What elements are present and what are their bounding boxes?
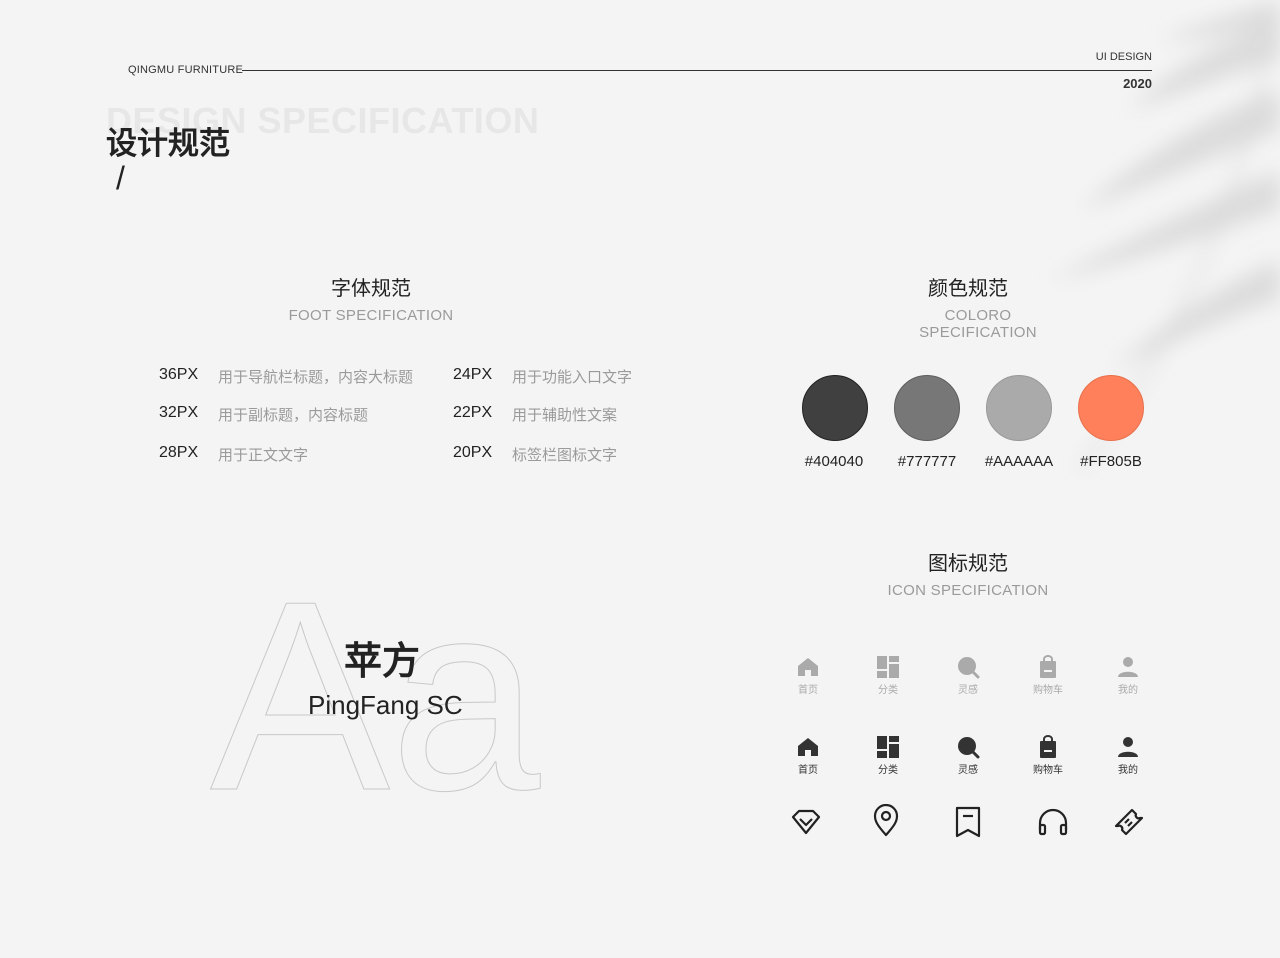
- font-spec-row: 28PX: [159, 444, 199, 461]
- diamond-icon[interactable]: [790, 806, 822, 838]
- icon-section-title: 图标规范: [928, 553, 1008, 575]
- brand-name: QINGMU FURNITURE: [128, 64, 244, 76]
- font-spec-row: 32PX: [159, 404, 199, 421]
- font-name-cn: 苹方: [344, 641, 421, 683]
- icon-section-header: 图标规范 ICON SPECIFICATION: [868, 547, 1068, 599]
- color-swatch: [986, 375, 1052, 441]
- inspiration-icon: [958, 737, 980, 759]
- color-swatch: [894, 375, 960, 441]
- color-item: #777777: [877, 375, 977, 470]
- tab-inspiration-dark[interactable]: 灵感: [938, 735, 998, 776]
- bookmark-icon[interactable]: [952, 806, 984, 838]
- font-spec-desc: 用于功能入口文字: [512, 369, 633, 386]
- year-label: 2020: [1123, 76, 1152, 91]
- ui-design-label: UI DESIGN: [1095, 51, 1152, 63]
- color-swatch: [802, 375, 868, 441]
- home-icon: [798, 738, 818, 756]
- color-hex: #404040: [804, 453, 864, 470]
- cart-icon: [1040, 735, 1056, 758]
- color-section-subtitle: COLORO SPECIFICATION: [919, 307, 1037, 341]
- font-spec-row: 22PX: [453, 404, 493, 421]
- ticket-icon[interactable]: [1112, 806, 1146, 838]
- font-section-title: 字体规范: [331, 278, 411, 300]
- tab-cart-gray[interactable]: 购物车: [1018, 655, 1078, 696]
- color-item: #AAAAAA: [969, 375, 1069, 470]
- tab-category-dark[interactable]: 分类: [858, 735, 918, 776]
- color-hex: #777777: [897, 453, 957, 470]
- font-section-subtitle: FOOT SPECIFICATION: [288, 307, 454, 324]
- tab-home-dark[interactable]: 首页: [778, 735, 838, 776]
- color-swatch: [1078, 375, 1144, 441]
- category-icon: [877, 736, 899, 758]
- tab-cart-dark[interactable]: 购物车: [1018, 735, 1078, 776]
- tab-home-gray[interactable]: 首页: [778, 655, 838, 696]
- tab-user-gray[interactable]: 我的: [1098, 655, 1158, 696]
- font-spec-desc: 用于导航栏标题，内容大标题: [218, 369, 414, 386]
- color-hex: #FF805B: [1080, 453, 1142, 470]
- font-spec-desc: 用于正文文字: [218, 447, 309, 464]
- font-spec-desc: 标签栏图标文字: [512, 447, 618, 464]
- font-size-label: 36PX: [159, 366, 199, 383]
- tab-inspiration-gray[interactable]: 灵感: [938, 655, 998, 696]
- color-item: #404040: [784, 375, 884, 470]
- color-section-title: 颜色规范: [928, 278, 1008, 300]
- color-hex: #AAAAAA: [984, 453, 1054, 470]
- headphones-icon[interactable]: [1036, 806, 1070, 838]
- title-slash: /: [116, 160, 125, 196]
- icon-section-subtitle: ICON SPECIFICATION: [887, 582, 1049, 599]
- color-section-header: 颜色规范 COLORO SPECIFICATION: [868, 272, 1068, 341]
- tab-user-dark[interactable]: 我的: [1098, 735, 1158, 776]
- home-icon: [798, 658, 818, 676]
- user-icon: [1118, 737, 1138, 757]
- font-name-en: PingFang SC: [308, 690, 463, 720]
- page-title: 设计规范: [106, 126, 230, 161]
- category-icon: [877, 656, 899, 678]
- font-spec-row: 24PX: [453, 366, 493, 383]
- font-spec-row: 36PX: [159, 366, 198, 384]
- inspiration-icon: [958, 657, 980, 679]
- location-pin-icon[interactable]: [870, 804, 902, 838]
- cart-icon: [1040, 655, 1056, 678]
- tab-category-gray[interactable]: 分类: [858, 655, 918, 696]
- font-spec-desc: 用于辅助性文案: [512, 407, 618, 424]
- user-icon: [1118, 657, 1138, 677]
- header-divider: [242, 70, 1152, 71]
- font-spec-row: 20PX: [453, 444, 493, 461]
- color-item: #FF805B: [1061, 375, 1161, 470]
- font-spec-desc: 用于副标题，内容标题: [218, 407, 369, 424]
- font-section-header: 字体规范 FOOT SPECIFICATION: [271, 272, 471, 324]
